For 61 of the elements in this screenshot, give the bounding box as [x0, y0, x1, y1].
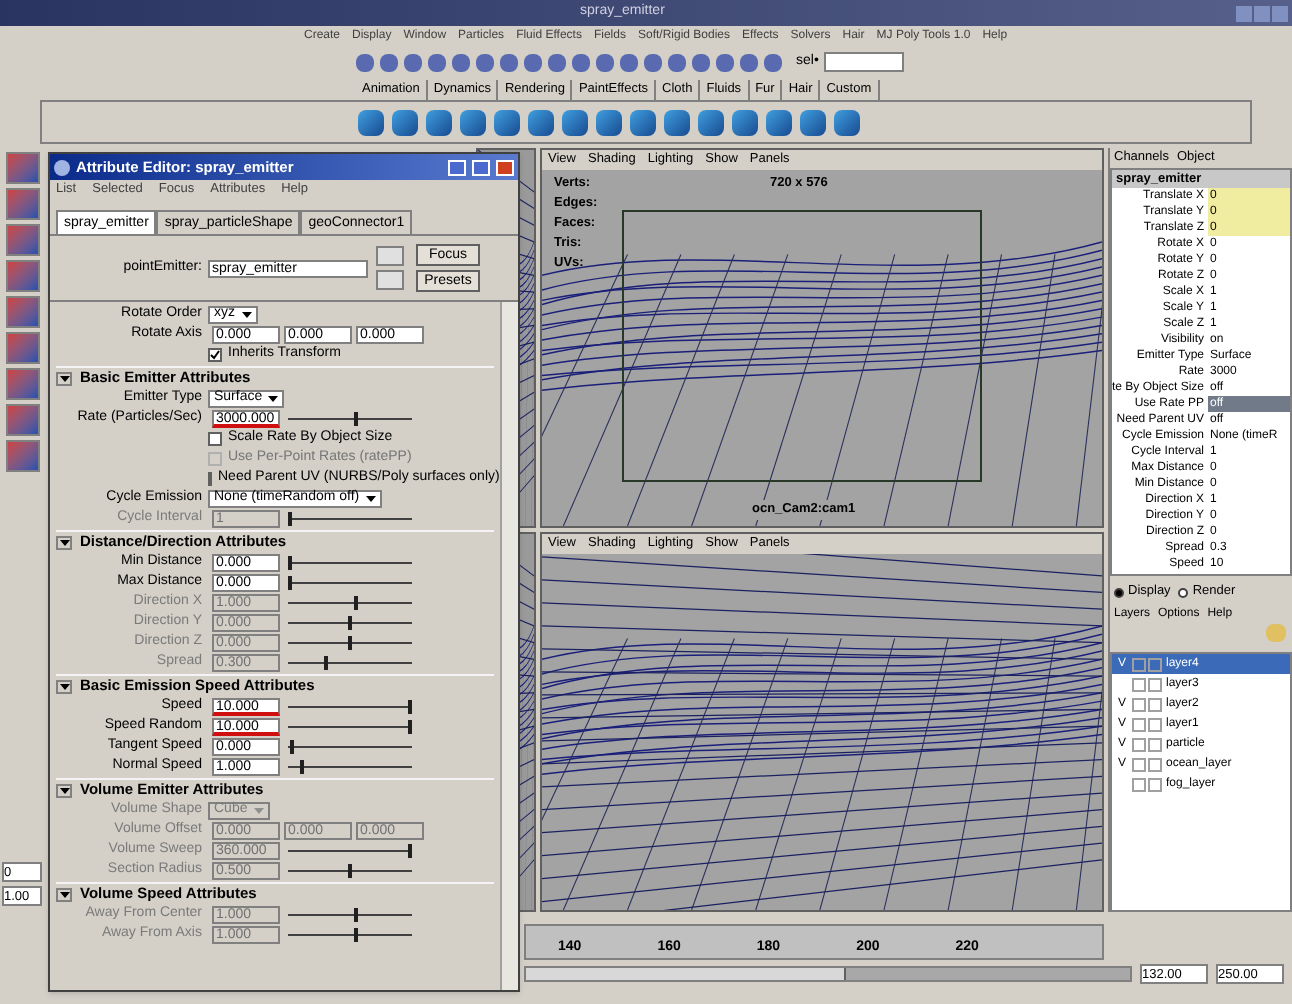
shelf-tool-icon[interactable] — [834, 109, 860, 135]
tool-icon[interactable] — [5, 224, 39, 256]
shelf-tool-icon[interactable] — [358, 109, 384, 135]
shelf-tool-icon[interactable] — [630, 109, 656, 135]
range-slider[interactable] — [524, 966, 1132, 982]
tool-icon[interactable] — [5, 368, 39, 400]
caret-icon — [241, 311, 251, 317]
slider[interactable] — [288, 759, 412, 773]
collapse-arrow-icon[interactable] — [56, 887, 72, 901]
collapse-arrow-icon[interactable] — [56, 783, 72, 797]
checkbox[interactable] — [208, 347, 222, 361]
slider[interactable] — [288, 907, 412, 921]
tool-icon[interactable] — [5, 332, 39, 364]
slider[interactable] — [288, 635, 412, 649]
collapse-arrow-icon[interactable] — [56, 371, 72, 385]
slider[interactable] — [288, 719, 412, 733]
shelf-tool-icon[interactable] — [732, 109, 758, 135]
window-icon — [54, 159, 70, 175]
caret-icon — [268, 395, 279, 401]
slider[interactable] — [288, 615, 412, 629]
shelf-tool-icon[interactable] — [596, 109, 622, 135]
slider[interactable] — [288, 555, 412, 569]
slider[interactable] — [288, 739, 412, 753]
shelf-tool-icon[interactable] — [766, 109, 792, 135]
slider[interactable] — [288, 511, 412, 525]
output-connection-icon[interactable] — [376, 270, 404, 290]
scrollbar[interactable] — [500, 302, 518, 990]
minimize-button[interactable] — [448, 159, 466, 175]
shelf-tool-icon[interactable] — [698, 109, 724, 135]
tool-icon[interactable] — [5, 152, 39, 184]
caret-icon — [253, 807, 264, 813]
slider[interactable] — [288, 699, 412, 713]
slider[interactable] — [288, 843, 412, 857]
input-connection-icon[interactable] — [376, 246, 404, 266]
tool-icon[interactable] — [5, 296, 39, 328]
shelf-tool-icon[interactable] — [426, 109, 452, 135]
slider[interactable] — [288, 863, 412, 877]
checkbox[interactable] — [208, 431, 222, 445]
shelf-tool-icon[interactable] — [494, 109, 520, 135]
shelf-tool-icon[interactable] — [460, 109, 486, 135]
slider-thumb[interactable] — [290, 739, 295, 753]
slider[interactable] — [288, 595, 412, 609]
slider[interactable] — [288, 655, 412, 669]
tool-icon[interactable] — [5, 188, 39, 220]
caret-icon — [365, 495, 376, 501]
close-button[interactable] — [496, 159, 514, 175]
slider[interactable] — [288, 411, 412, 425]
collapse-arrow-icon[interactable] — [56, 535, 72, 549]
slider[interactable] — [288, 927, 412, 941]
tool-icon[interactable] — [5, 404, 39, 436]
shelf-tool-icon[interactable] — [664, 109, 690, 135]
shelf-tool-icon[interactable] — [562, 109, 588, 135]
tool-icon[interactable] — [5, 260, 39, 292]
slider[interactable] — [288, 575, 412, 589]
tool-icon[interactable] — [5, 440, 39, 472]
shelf-tool-icon[interactable] — [528, 109, 554, 135]
shelf-tool-icon[interactable] — [800, 109, 826, 135]
maximize-button[interactable] — [472, 159, 490, 175]
shelf-tool-icon[interactable] — [392, 109, 418, 135]
selection-field[interactable] — [824, 52, 905, 72]
collapse-arrow-icon[interactable] — [56, 679, 72, 693]
